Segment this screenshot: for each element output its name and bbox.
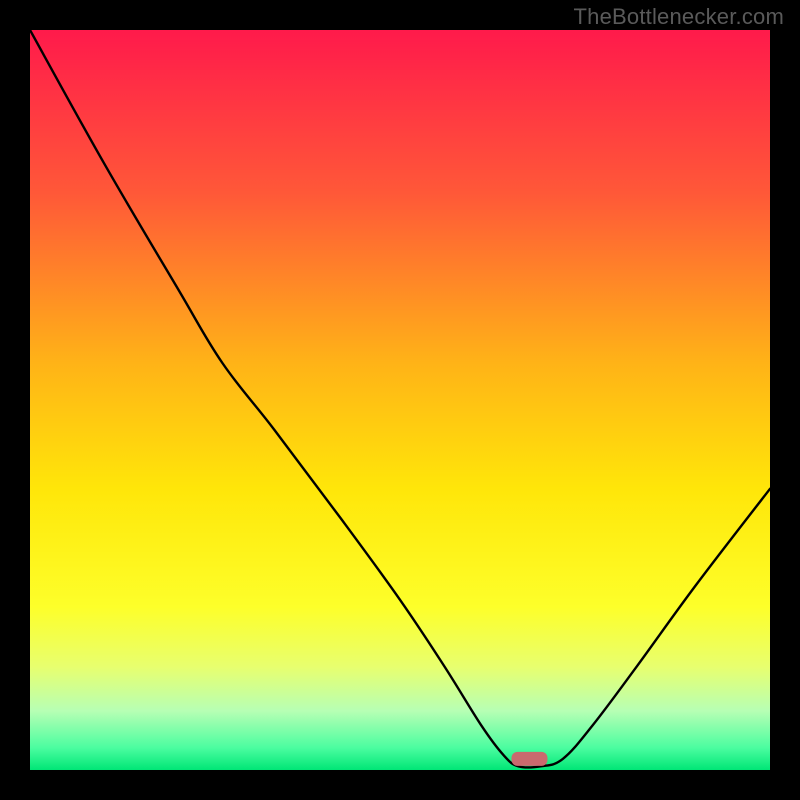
plot-background (30, 30, 770, 770)
bottleneck-chart (30, 30, 770, 770)
watermark-text: TheBottlenecker.com (574, 4, 784, 30)
optimum-marker (512, 752, 548, 766)
chart-frame (30, 30, 770, 770)
